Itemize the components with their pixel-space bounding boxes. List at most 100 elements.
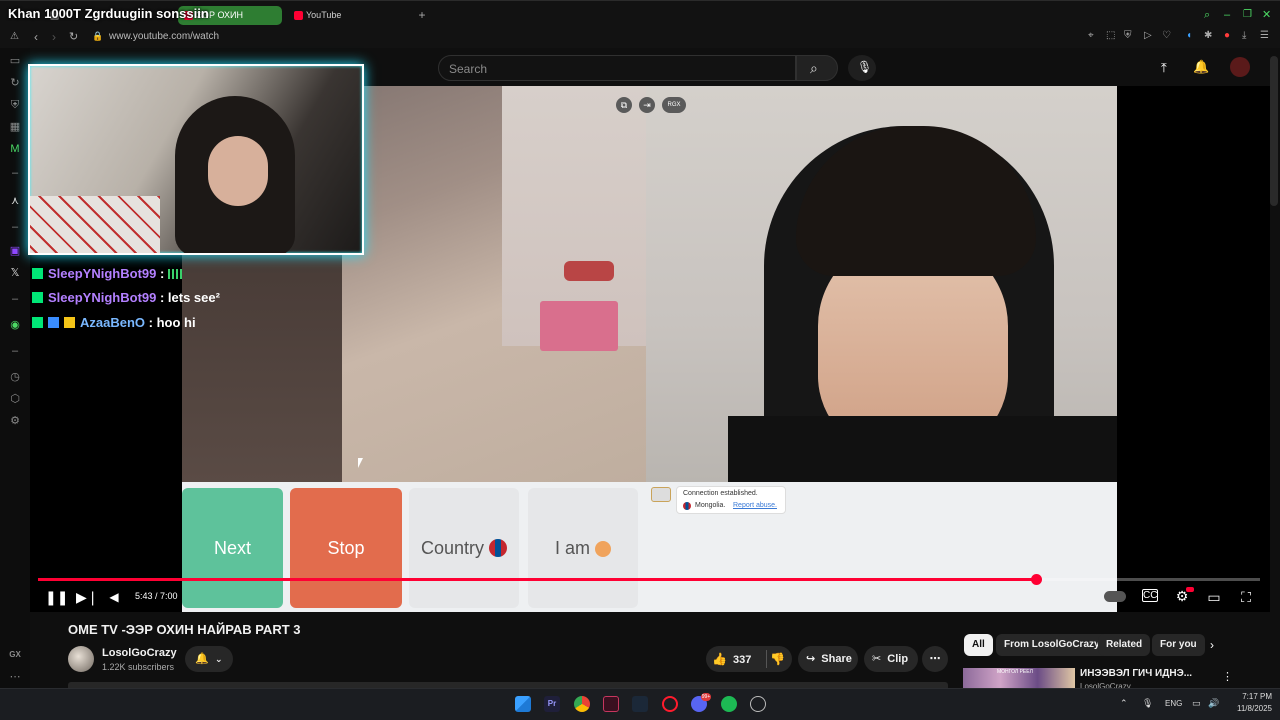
more-actions-icon[interactable]: ⋯ [922,646,948,672]
next-video-icon[interactable]: ▶❘ [76,589,99,605]
avatar[interactable] [1230,57,1250,77]
url-field[interactable]: www.youtube.com/watch [109,31,219,42]
windows-start-icon[interactable] [515,696,531,712]
cube-icon[interactable]: ⬡ [8,392,22,406]
forward-icon[interactable]: › [52,30,56,44]
minimize-icon[interactable]: – [1224,9,1236,21]
chevron-down-icon: ⌄ [215,654,223,664]
tray-mic-icon[interactable]: 🎙 [1142,698,1153,709]
next-button[interactable]: Next [182,488,283,608]
github-icon[interactable] [750,696,766,712]
autoplay-toggle[interactable] [1104,591,1126,602]
menu-icon[interactable]: ☰ [1260,30,1269,41]
premiere-icon[interactable]: Pr [544,696,560,712]
discord-badge: 99+ [701,693,711,701]
related-title[interactable]: ИНЭЭВЭЛ ГИЧ ИДНЭ... [1080,668,1192,679]
sub-badge-icon [48,317,59,328]
warning-icon: ⚠ [10,31,19,42]
divider-icon: – [11,345,19,357]
voice-search-button[interactable]: 🎙 [848,55,876,81]
channel-avatar[interactable] [68,646,94,672]
tray-chevron-icon[interactable]: ⌃ [1120,698,1128,709]
gender-button[interactable]: I am [528,488,638,608]
report-abuse-link[interactable]: Report abuse. [733,502,777,509]
shield-icon[interactable]: ⛨ [1124,30,1132,41]
scrollbar[interactable] [1270,56,1278,206]
download-icon[interactable]: ⤓ [1242,30,1246,41]
country-button[interactable]: Country [409,488,519,608]
copy-icon[interactable]: ⧉ [616,97,632,113]
captions-icon[interactable]: CC [1142,589,1158,602]
pin-icon[interactable]: ⌖ [1088,30,1094,41]
rgx-icon[interactable]: RGX [662,97,686,113]
new-tab-icon[interactable]: + [416,9,428,21]
shield-icon[interactable]: ⛨ [8,98,22,112]
audio-icon[interactable]: ◖ [1186,30,1192,41]
related-more-icon[interactable]: ⋮ [1222,670,1233,683]
fullscreen-icon[interactable]: ⛶ [1238,589,1254,605]
enter-icon[interactable]: ⇥ [639,97,655,113]
x-icon[interactable]: 𝕏 [8,266,22,280]
like-button[interactable]: 👍 337 [712,646,751,673]
settings-icon[interactable]: ⚙ [8,414,22,428]
share-button[interactable]: ↪ Share [798,646,858,672]
share-icon: ↪ [806,653,816,665]
close-icon[interactable]: ✕ [1262,9,1274,21]
calendar-icon[interactable]: ▦ [8,120,22,134]
chip-for-you[interactable]: For you [1152,634,1205,656]
chip-related[interactable]: Related [1098,634,1151,656]
puzzle-icon[interactable]: ✱ [1204,30,1212,41]
tray-monitor-icon[interactable]: ▭ [1192,698,1201,709]
twitch-icon[interactable]: ▣ [8,244,22,258]
opera-gx-icon[interactable] [662,696,678,712]
reload-icon[interactable]: ↻ [69,30,78,43]
channel-name[interactable]: LosolGoCrazy [102,647,177,659]
gx-icon[interactable]: GX [8,648,22,662]
stop-button[interactable]: Stop [290,488,402,608]
related-thumbnail[interactable]: МОНГОЛ РЕЕЛ [963,668,1075,688]
volume-icon[interactable]: ◀ [106,589,122,605]
subscribe-bell-button[interactable]: 🔔 ⌄ [185,646,233,672]
m-icon[interactable]: M [8,142,22,156]
tray-volume-icon[interactable]: 🔊 [1208,698,1219,709]
steam-icon[interactable] [632,696,648,712]
hyperlink-icon[interactable]: ⋏ [8,194,22,208]
chrome-icon[interactable] [574,696,590,712]
thumbs-up-icon: 👍 [712,652,727,666]
chevron-right-icon[interactable]: › [1210,638,1214,652]
restore-icon[interactable]: ❐ [1243,9,1255,21]
bell-icon: 🔔 [195,653,209,665]
thumbs-down-icon[interactable]: 👎 [770,646,785,672]
davinci-icon[interactable] [603,696,619,712]
language-indicator[interactable]: ENG [1165,699,1182,708]
search-tabs-icon[interactable]: ⌕ [1204,9,1216,21]
spotify-icon[interactable] [721,696,737,712]
heart-icon[interactable]: ♡ [1162,30,1171,41]
clip-button[interactable]: ✂ Clip [864,646,918,672]
webcam-face [208,136,268,206]
scissors-icon: ✂ [872,653,882,665]
upload-icon[interactable]: ⤒ [1161,60,1167,76]
profile-icon[interactable]: ● [1224,30,1230,41]
tray-time[interactable]: 7:17 PM [1222,692,1272,701]
tv-icon[interactable]: ▭ [8,54,22,68]
search-input[interactable]: Search [438,55,796,81]
mongolia-flag-icon [489,539,508,557]
chip-all[interactable]: All [964,634,993,656]
clock-icon[interactable]: ◷ [8,370,22,384]
tab-youtube[interactable]: YouTube [288,6,408,25]
reload-icon[interactable]: ↻ [8,76,22,90]
pause-icon[interactable]: ❚❚ [45,589,68,605]
notifications-icon[interactable]: 🔔 [1193,59,1209,75]
screenshot-icon[interactable]: ⬚ [1106,30,1115,41]
divider-icon: – [11,293,19,305]
search-button[interactable]: ⌕ [796,55,838,81]
play-icon[interactable]: ▷ [1144,30,1152,41]
play-circle-icon[interactable]: ◉ [8,318,22,332]
chip-from-channel[interactable]: From LosolGoCrazy [996,634,1108,656]
more-icon[interactable]: ⋯ [8,670,22,684]
theater-mode-icon[interactable]: ▭ [1206,589,1222,605]
tray-date[interactable]: 11/8/2025 [1222,704,1272,713]
back-icon[interactable]: ‹ [34,30,38,44]
address-bar: ⚠ ‹ › ↻ 🔒 www.youtube.com/watch ⌖ ⬚ ⛨ ▷ … [0,28,1280,48]
